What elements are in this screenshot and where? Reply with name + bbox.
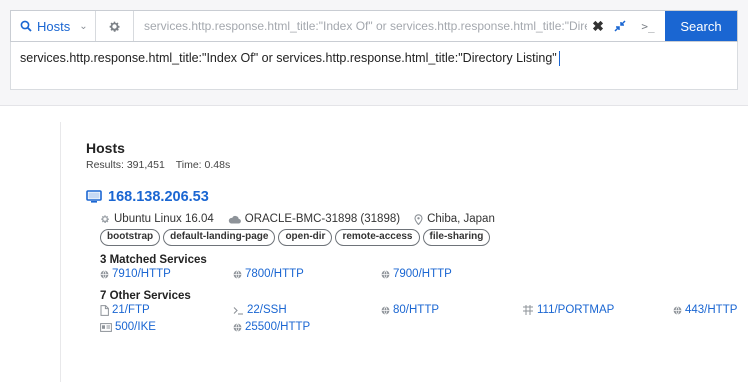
- service-link[interactable]: 21/FTP: [100, 304, 150, 316]
- service-link[interactable]: 22/SSH: [233, 304, 287, 316]
- terminal-button[interactable]: >_: [631, 11, 665, 41]
- tag-bootstrap[interactable]: bootstrap: [100, 229, 161, 246]
- tag-remote-access[interactable]: remote-access: [335, 229, 420, 246]
- cloud-icon: [228, 215, 241, 224]
- results-heading: Hosts: [86, 140, 125, 156]
- results-time: Time: 0.48s: [175, 159, 231, 171]
- host-os-label: Ubuntu Linux 16.04: [114, 213, 214, 225]
- service-link[interactable]: 80/HTTP: [381, 304, 439, 316]
- search-input[interactable]: services.http.response.html_title:"Index…: [134, 11, 587, 41]
- host-attributes: Ubuntu Linux 16.04 ORACLE-BMC-31898 (318…: [100, 213, 748, 225]
- globe-icon: [233, 269, 242, 279]
- matched-services-list: 7910/HTTP 7800/HTTP 7900/HTTP: [100, 268, 748, 286]
- gear-icon: [109, 21, 120, 32]
- settings-button[interactable]: [96, 11, 134, 41]
- host-location[interactable]: Chiba, Japan: [414, 213, 495, 225]
- results-count: Results: 391,451: [86, 159, 165, 171]
- host-asn[interactable]: ORACLE-BMC-31898 (31898): [228, 213, 400, 225]
- search-button[interactable]: Search: [665, 11, 737, 41]
- network-icon: [523, 305, 533, 315]
- matched-services-title: 3 Matched Services: [100, 254, 207, 266]
- map-pin-icon: [414, 213, 423, 225]
- tag-default-landing-page[interactable]: default-landing-page: [163, 229, 276, 246]
- service-link[interactable]: 7800/HTTP: [233, 268, 304, 280]
- query-text: services.http.response.html_title:"Index…: [20, 51, 557, 65]
- search-bar: Hosts ⌄ services.http.response.html_titl…: [10, 10, 738, 42]
- host-os: Ubuntu Linux 16.04: [100, 213, 214, 225]
- host-result: 168.138.206.53: [86, 189, 748, 205]
- collapse-arrows-icon: [614, 20, 626, 32]
- other-services-row-2: 500/IKE 25500/HTTP: [100, 321, 748, 339]
- service-link[interactable]: 25500/HTTP: [233, 321, 310, 333]
- globe-icon: [381, 269, 390, 279]
- globe-icon: [100, 269, 109, 279]
- scope-dropdown[interactable]: Hosts ⌄: [11, 11, 96, 41]
- scope-label: Hosts: [37, 18, 71, 34]
- globe-icon: [673, 305, 682, 315]
- terminal-icon: [233, 306, 243, 315]
- query-editor[interactable]: services.http.response.html_title:"Index…: [10, 42, 738, 90]
- results-meta: Results: 391,451 Time: 0.48s: [86, 159, 748, 171]
- host-asn-label: ORACLE-BMC-31898 (31898): [244, 213, 401, 225]
- tag-file-sharing[interactable]: file-sharing: [422, 229, 491, 246]
- monitor-icon: [86, 190, 102, 203]
- tag-open-dir[interactable]: open-dir: [278, 229, 333, 246]
- chevron-down-icon: ⌄: [79, 20, 88, 32]
- results-panel: Hosts Results: 391,451 Time: 0.48s 168.1…: [60, 122, 748, 382]
- service-link[interactable]: 443/HTTP: [673, 304, 737, 316]
- host-location-label: Chiba, Japan: [427, 213, 495, 225]
- collapse-button[interactable]: [609, 11, 631, 41]
- id-card-icon: [100, 322, 112, 332]
- tag-list: bootstrap default-landing-page open-dir …: [100, 229, 748, 246]
- service-link[interactable]: 7910/HTTP: [100, 268, 171, 280]
- search-icon: [20, 20, 32, 32]
- file-icon: [100, 304, 109, 316]
- host-ip-link[interactable]: 168.138.206.53: [108, 189, 209, 205]
- other-services-row-1: 21/FTP 22/SSH 80/HTTP 111/PORTMAP 443/HT…: [100, 304, 748, 322]
- gear-icon: [101, 215, 109, 223]
- clear-button[interactable]: ✖: [587, 11, 609, 41]
- service-link[interactable]: 111/PORTMAP: [522, 304, 614, 316]
- service-link[interactable]: 500/IKE: [100, 321, 156, 333]
- globe-icon: [381, 305, 390, 315]
- globe-icon: [233, 322, 242, 332]
- text-cursor: [558, 51, 560, 67]
- search-area: Hosts ⌄ services.http.response.html_titl…: [0, 0, 748, 106]
- service-link[interactable]: 7900/HTTP: [381, 268, 452, 280]
- other-services-title: 7 Other Services: [100, 290, 191, 302]
